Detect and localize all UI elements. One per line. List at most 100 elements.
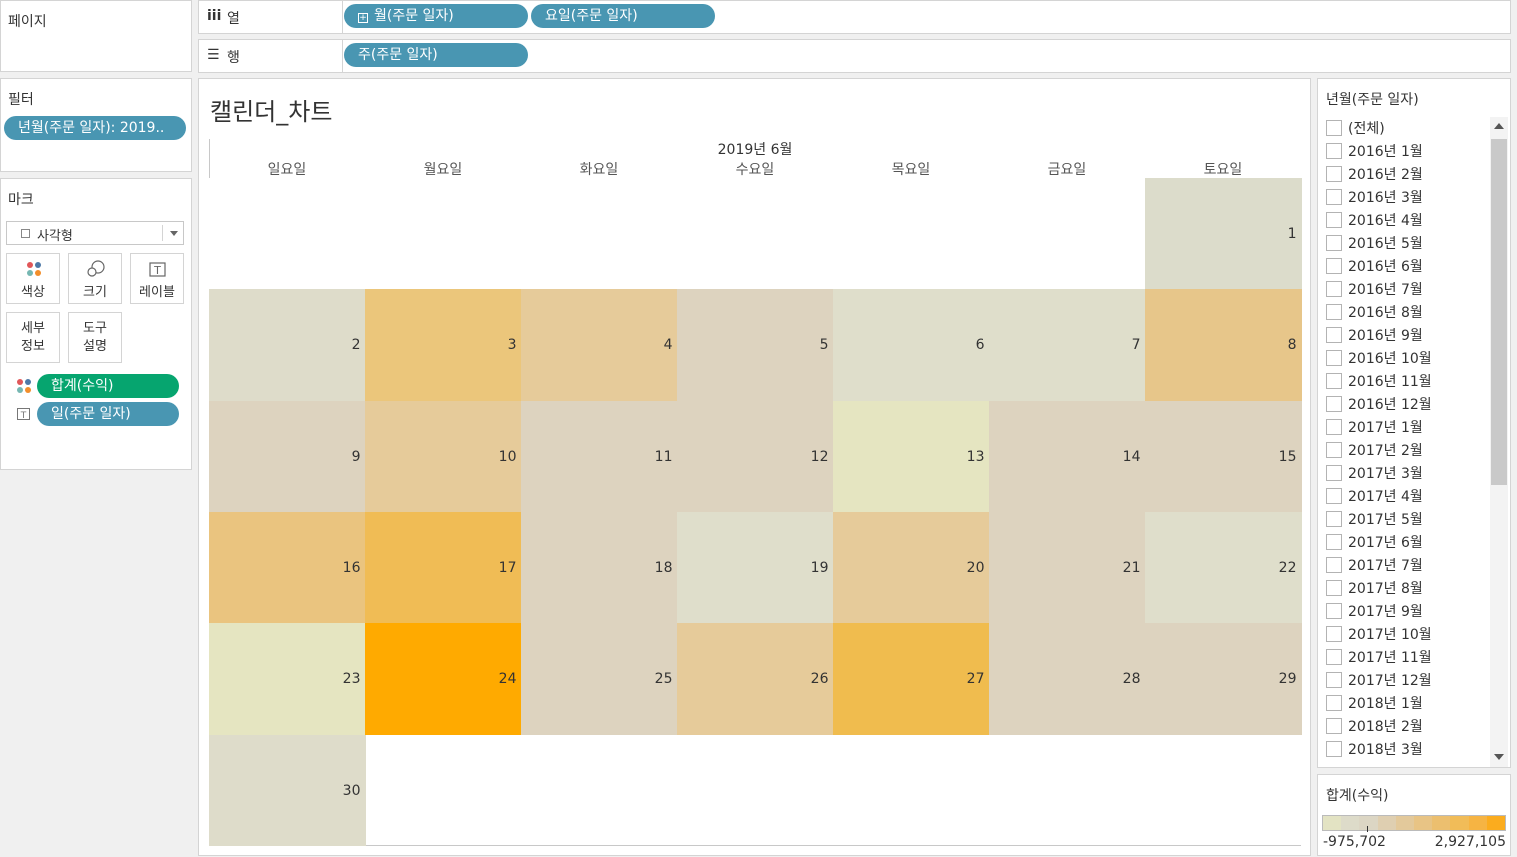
tooltip-button[interactable]: 도구 설명 bbox=[68, 312, 122, 363]
checkbox[interactable] bbox=[1326, 511, 1342, 527]
calendar-day-cell[interactable]: 18 bbox=[521, 512, 678, 624]
checkbox[interactable] bbox=[1326, 557, 1342, 573]
calendar-day-cell[interactable]: 29 bbox=[1145, 623, 1302, 736]
columns-icon: iii bbox=[207, 8, 222, 24]
checkbox[interactable] bbox=[1326, 143, 1342, 159]
checkbox[interactable] bbox=[1326, 649, 1342, 665]
calendar-day-cell[interactable]: 17 bbox=[365, 512, 522, 624]
calendar-day-cell[interactable]: 3 bbox=[365, 289, 522, 402]
checkbox[interactable] bbox=[1326, 258, 1342, 274]
calendar-day-cell[interactable]: 19 bbox=[677, 512, 834, 624]
checkbox[interactable] bbox=[1326, 396, 1342, 412]
checkbox[interactable] bbox=[1326, 603, 1342, 619]
checkbox[interactable] bbox=[1326, 442, 1342, 458]
legend-color-step bbox=[1450, 816, 1469, 830]
calendar-day-label: 7 bbox=[1131, 337, 1141, 354]
calendar-day-cell[interactable]: 2 bbox=[209, 289, 366, 402]
checkbox[interactable] bbox=[1326, 580, 1342, 596]
calendar-day-cell[interactable]: 15 bbox=[1145, 400, 1302, 513]
rows-icon: ☰ bbox=[207, 47, 220, 63]
calendar-day-cell[interactable]: 8 bbox=[1145, 289, 1302, 402]
scroll-up-icon[interactable] bbox=[1494, 123, 1504, 129]
calendar-day-cell[interactable]: 25 bbox=[521, 623, 678, 736]
calendar-day-cell[interactable]: 14 bbox=[989, 400, 1146, 513]
scrollbar-thumb[interactable] bbox=[1491, 139, 1507, 485]
calendar-day-cell[interactable]: 20 bbox=[833, 512, 990, 624]
scroll-down-icon[interactable] bbox=[1494, 754, 1504, 760]
color-pill-profit-sum[interactable]: 합계(수익) bbox=[37, 374, 179, 398]
calendar-day-cell[interactable]: 28 bbox=[989, 623, 1146, 736]
svg-text:T: T bbox=[20, 411, 27, 421]
checkbox[interactable] bbox=[1326, 304, 1342, 320]
color-legend-bar[interactable] bbox=[1322, 815, 1506, 831]
checkbox[interactable] bbox=[1326, 465, 1342, 481]
checkbox[interactable] bbox=[1326, 120, 1342, 136]
checkbox[interactable] bbox=[1326, 626, 1342, 642]
color-dots-icon bbox=[7, 260, 59, 278]
calendar-day-cell[interactable]: 11 bbox=[521, 400, 678, 513]
calendar-day-cell[interactable]: 6 bbox=[833, 289, 990, 402]
calendar-day-label: 23 bbox=[342, 671, 361, 688]
label-button[interactable]: T 레이블 bbox=[130, 253, 184, 304]
checkbox[interactable] bbox=[1326, 350, 1342, 366]
checkbox[interactable] bbox=[1326, 534, 1342, 550]
checkbox[interactable] bbox=[1326, 488, 1342, 504]
calendar-day-cell[interactable]: 10 bbox=[365, 400, 522, 513]
calendar-day-cell[interactable]: 23 bbox=[209, 623, 366, 736]
checkbox[interactable] bbox=[1326, 695, 1342, 711]
calendar-day-cell[interactable]: 16 bbox=[209, 512, 366, 624]
checkbox[interactable] bbox=[1326, 189, 1342, 205]
calendar-day-label: 4 bbox=[663, 337, 673, 354]
calendar-day-cell[interactable]: 4 bbox=[521, 289, 678, 402]
filter-item-label: 2017년 3월 bbox=[1348, 466, 1423, 482]
calendar-day-cell[interactable]: 26 bbox=[677, 623, 834, 736]
checkbox[interactable] bbox=[1326, 672, 1342, 688]
checkbox[interactable] bbox=[1326, 281, 1342, 297]
row-pill-week[interactable]: 주(주문 일자) bbox=[344, 43, 528, 67]
legend-color-step bbox=[1468, 816, 1487, 830]
calendar-day-label: 8 bbox=[1287, 337, 1297, 354]
detail-button[interactable]: 세부 정보 bbox=[6, 312, 60, 363]
checkbox[interactable] bbox=[1326, 212, 1342, 228]
calendar-grid: 1 2 3 4 5 6 7 8 9 10 11 12 13 14 15 16 17 18 19 20 21 22 23 24 2… bbox=[209, 178, 1302, 847]
label-pill-day[interactable]: 일(주문 일자) bbox=[37, 402, 179, 426]
weekday-header: 화요일 bbox=[579, 162, 619, 178]
calendar-day-cell[interactable]: 27 bbox=[833, 623, 990, 736]
checkbox[interactable] bbox=[1326, 235, 1342, 251]
checkbox[interactable] bbox=[1326, 419, 1342, 435]
mark-type-dropdown[interactable]: 사각형 bbox=[6, 221, 184, 245]
filter-pill-yearmonth[interactable]: 년월(주문 일자): 2019.. bbox=[4, 116, 186, 140]
shelf-divider bbox=[342, 1, 343, 34]
calendar-day-cell[interactable]: 21 bbox=[989, 512, 1146, 624]
filter-scrollbar[interactable] bbox=[1490, 117, 1508, 767]
filter-item-label: 2016년 9월 bbox=[1348, 328, 1423, 344]
calendar-day-cell[interactable]: 22 bbox=[1145, 512, 1302, 624]
checkbox[interactable] bbox=[1326, 718, 1342, 734]
column-pill-month[interactable]: + 월(주문 일자) bbox=[344, 4, 528, 28]
filter-item-label: 2016년 2월 bbox=[1348, 167, 1423, 183]
filter-item-label: 2017년 1월 bbox=[1348, 420, 1423, 436]
calendar-day-cell[interactable]: 13 bbox=[833, 400, 990, 513]
calendar-day-cell[interactable]: 5 bbox=[677, 289, 834, 402]
legend-color-step bbox=[1341, 816, 1360, 830]
calendar-day-cell[interactable]: 9 bbox=[209, 400, 366, 513]
calendar-day-cell[interactable]: 30 bbox=[209, 734, 366, 847]
filter-list-title: 년월(주문 일자) bbox=[1326, 92, 1419, 108]
calendar-day-cell[interactable]: 12 bbox=[677, 400, 834, 513]
checkbox[interactable] bbox=[1326, 373, 1342, 389]
checkbox[interactable] bbox=[1326, 741, 1342, 757]
legend-title: 합계(수익) bbox=[1326, 788, 1389, 804]
shelf-divider bbox=[342, 40, 343, 73]
filter-item-label: 2017년 2월 bbox=[1348, 443, 1423, 459]
size-button[interactable]: 크기 bbox=[68, 253, 122, 304]
calendar-day-cell[interactable]: 24 bbox=[365, 623, 522, 736]
calendar-day-cell[interactable]: 7 bbox=[989, 289, 1146, 402]
column-pill-weekday[interactable]: 요일(주문 일자) bbox=[531, 4, 715, 28]
calendar-day-cell[interactable]: 1 bbox=[1145, 178, 1302, 290]
color-button[interactable]: 색상 bbox=[6, 253, 60, 304]
checkbox[interactable] bbox=[1326, 166, 1342, 182]
calendar-day-label: 15 bbox=[1278, 448, 1297, 465]
filter-item-label: 2016년 1월 bbox=[1348, 144, 1423, 160]
weekday-header: 금요일 bbox=[1047, 162, 1087, 178]
checkbox[interactable] bbox=[1326, 327, 1342, 343]
